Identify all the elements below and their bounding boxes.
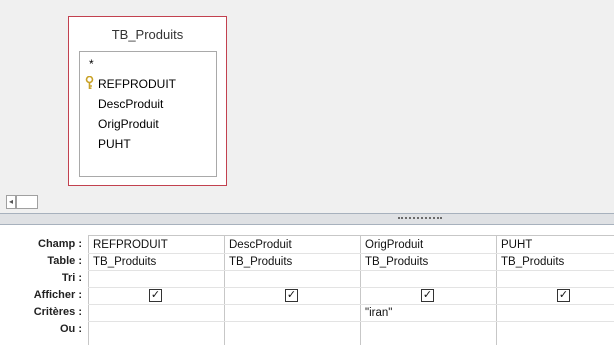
field-label: REFPRODUIT	[98, 77, 176, 91]
pane-splitter[interactable]	[0, 213, 614, 225]
table-field-list-window[interactable]: TB_Produits * REFPRODUIT DescProduit Ori…	[68, 16, 227, 186]
row-label-champ: Champ :	[38, 238, 82, 250]
row-label-tri: Tri :	[61, 272, 82, 284]
grid-cell-table[interactable]: TB_Produits	[229, 254, 292, 270]
query-grid-pane: Champ : Table : Tri : Afficher : Critère…	[0, 225, 614, 345]
check-icon: ✓	[286, 289, 297, 301]
grid-cell-table[interactable]: TB_Produits	[365, 254, 428, 270]
row-label-ou: Ou :	[60, 323, 82, 335]
splitter-grip-icon[interactable]	[398, 217, 442, 219]
row-divider	[88, 270, 614, 271]
row-label-criteres: Critères :	[33, 306, 82, 318]
field-item-origproduit[interactable]: OrigProduit	[80, 114, 216, 134]
field-label: *	[89, 57, 94, 71]
field-item-refproduit[interactable]: REFPRODUIT	[80, 74, 216, 94]
field-item-descproduit[interactable]: DescProduit	[80, 94, 216, 114]
horizontal-scrollbar[interactable]: ◂	[0, 193, 614, 213]
check-icon: ✓	[422, 289, 433, 301]
field-label: OrigProduit	[98, 117, 159, 131]
afficher-checkbox[interactable]: ✓	[557, 289, 570, 302]
field-item-all[interactable]: *	[80, 54, 216, 74]
row-label-table: Table :	[47, 255, 82, 267]
check-icon: ✓	[150, 289, 161, 301]
afficher-checkbox[interactable]: ✓	[285, 289, 298, 302]
scroll-left-icon[interactable]: ◂	[6, 195, 16, 209]
row-label-afficher: Afficher :	[33, 289, 82, 301]
query-design-grid: REFPRODUIT TB_Produits ✓ DescProduit TB_…	[88, 235, 614, 345]
grid-cell-table[interactable]: TB_Produits	[501, 254, 564, 270]
grid-cell-champ[interactable]: OrigProduit	[365, 237, 423, 253]
afficher-checkbox[interactable]: ✓	[421, 289, 434, 302]
key-icon	[85, 76, 94, 89]
row-divider	[88, 321, 614, 322]
scroll-thumb[interactable]	[16, 195, 38, 209]
grid-cell-criteres[interactable]: "iran"	[365, 305, 392, 321]
field-list[interactable]: * REFPRODUIT DescProduit OrigProduit PUH…	[79, 51, 217, 177]
field-item-puht[interactable]: PUHT	[80, 134, 216, 154]
grid-cell-champ[interactable]: REFPRODUIT	[93, 237, 168, 253]
grid-cell-champ[interactable]: DescProduit	[229, 237, 292, 253]
table-title[interactable]: TB_Produits	[69, 21, 226, 49]
row-header-column: Champ : Table : Tri : Afficher : Critère…	[0, 225, 88, 345]
grid-cell-table[interactable]: TB_Produits	[93, 254, 156, 270]
check-icon: ✓	[558, 289, 569, 301]
field-label: DescProduit	[98, 97, 164, 111]
row-divider	[88, 287, 614, 288]
grid-cell-champ[interactable]: PUHT	[501, 237, 532, 253]
row-divider	[88, 304, 614, 305]
query-design-pane[interactable]: TB_Produits * REFPRODUIT DescProduit Ori…	[0, 0, 614, 193]
field-label: PUHT	[98, 137, 131, 151]
afficher-checkbox[interactable]: ✓	[149, 289, 162, 302]
